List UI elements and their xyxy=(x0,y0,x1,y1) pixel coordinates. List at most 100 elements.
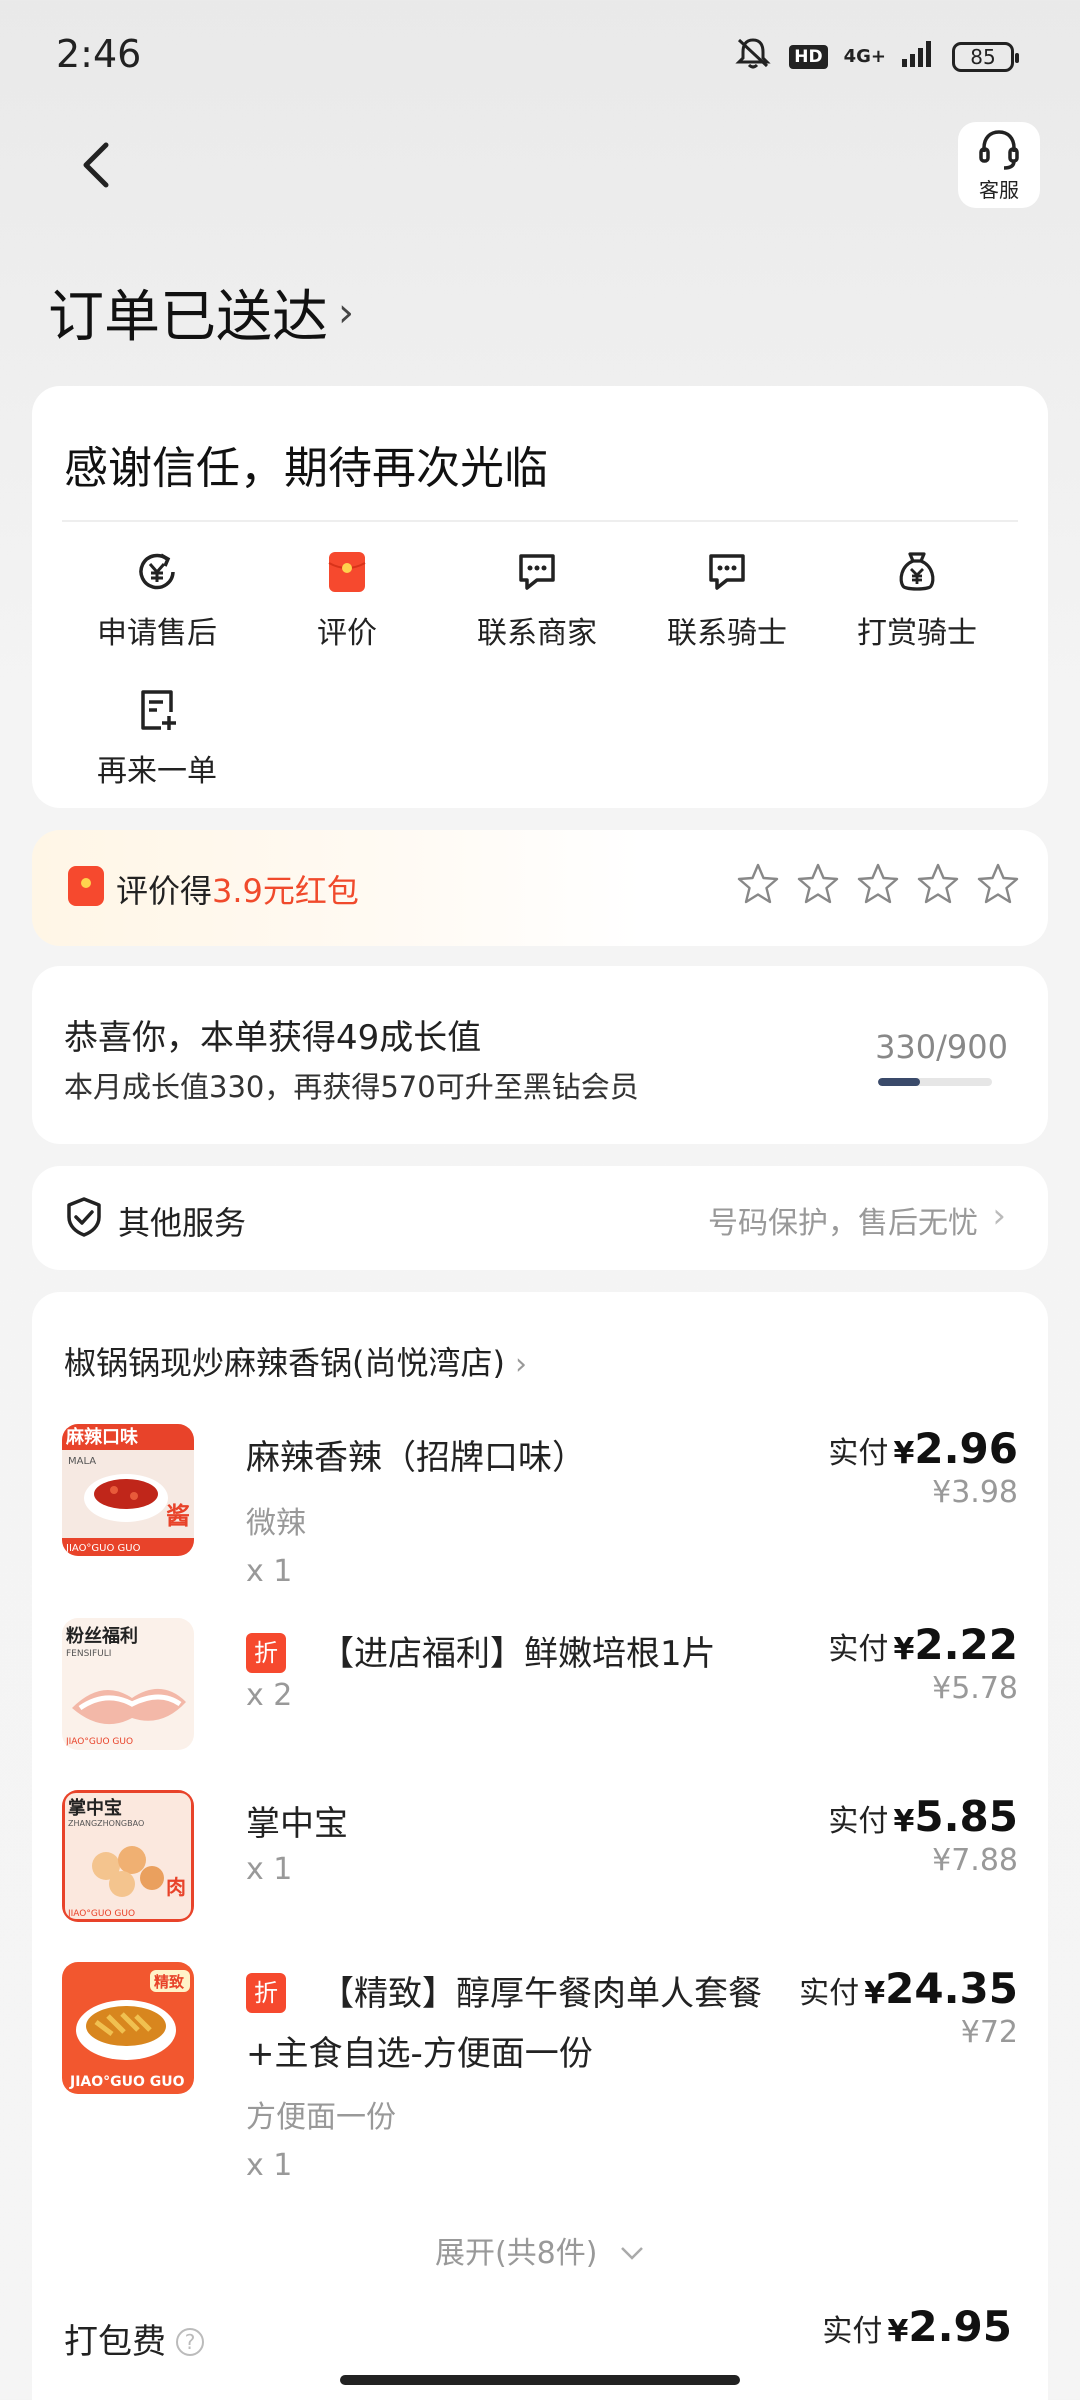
help-icon[interactable]: ? xyxy=(176,2328,204,2356)
order-status-text: 订单已送达 xyxy=(48,285,328,350)
battery-indicator: 85 xyxy=(952,41,1019,72)
reorder-icon xyxy=(62,682,252,738)
tip-rider-button[interactable]: 打赏骑士 xyxy=(822,544,1012,652)
star-rating[interactable] xyxy=(736,862,1020,910)
growth-progress-fill xyxy=(878,1078,920,1086)
order-status-title[interactable]: 订单已送达 › xyxy=(48,272,354,353)
back-button[interactable] xyxy=(72,135,132,195)
action-label: 评价 xyxy=(317,616,377,651)
paid-label: 实付 xyxy=(828,1436,889,1471)
store-link[interactable]: 椒锅锅现炒麻辣香锅(尚悦湾店) › xyxy=(64,1338,527,1384)
item-quantity: x 1 xyxy=(246,1554,293,1589)
chevron-right-icon: › xyxy=(338,289,354,336)
divider xyxy=(62,520,1018,522)
star-icon[interactable] xyxy=(736,862,780,910)
item-price: 实付 ¥2.96 ¥3.98 xyxy=(828,1424,1018,1510)
order-item[interactable]: 掌中宝 ZHANGZHONGBAO 肉 JIAO°GUO GUO 掌中宝 x 1… xyxy=(62,1790,1018,1930)
reorder-button[interactable]: 再来一单 xyxy=(62,682,252,790)
original-price: ¥72 xyxy=(960,2015,1018,2050)
contact-rider-button[interactable]: 联系骑士 xyxy=(632,544,822,652)
thumb-label: 肉 xyxy=(166,1875,186,1899)
growth-progress-bar xyxy=(878,1078,992,1086)
original-price: ¥3.98 xyxy=(932,1475,1018,1510)
yen-refresh-icon xyxy=(62,544,252,600)
item-name-text: 【精致】醇厚午餐肉单人套餐 xyxy=(320,1974,762,2014)
shield-check-icon xyxy=(64,1196,104,1242)
star-icon[interactable] xyxy=(856,862,900,910)
star-icon[interactable] xyxy=(916,862,960,910)
currency-symbol: ¥ xyxy=(893,1632,915,1667)
item-price: 实付 ¥2.22 ¥5.78 xyxy=(828,1620,1018,1706)
paid-label: 实付 xyxy=(828,1632,889,1667)
store-name: 椒锅锅现炒麻辣香锅(尚悦湾店) xyxy=(64,1344,505,1382)
action-label: 联系骑士 xyxy=(667,616,787,651)
after-sales-button[interactable]: 申请售后 xyxy=(62,544,252,652)
paid-amount: 5.85 xyxy=(914,1792,1018,1841)
action-label: 打赏骑士 xyxy=(857,616,977,651)
item-spec: 微辣 xyxy=(246,1506,306,1541)
growth-subtitle: 本月成长值330，再获得570可升至黑钻会员 xyxy=(64,1070,639,1104)
thumb-label: JIAO°GUO GUO xyxy=(65,1543,141,1554)
money-bag-icon xyxy=(822,544,1012,600)
paid-label: 实付 xyxy=(822,2314,883,2349)
red-packet-icon xyxy=(68,866,104,906)
paid-amount: 2.22 xyxy=(914,1620,1018,1669)
expand-label: 展开(共8件) xyxy=(434,2236,598,2271)
thumb-label: 酱 xyxy=(166,1502,190,1530)
star-icon[interactable] xyxy=(796,862,840,910)
chat-icon xyxy=(632,544,822,600)
review-reward-card[interactable]: 评价得3.9元红包 xyxy=(32,830,1048,946)
item-name: 掌中宝 xyxy=(246,1804,348,1844)
star-icon[interactable] xyxy=(976,862,1020,910)
chat-icon xyxy=(442,544,632,600)
thumb-label: ZHANGZHONGBAO xyxy=(68,1819,144,1828)
contact-merchant-button[interactable]: 联系商家 xyxy=(442,544,632,652)
thanks-card: 感谢信任，期待再次光临 申请售后 评价 联系商家 联系骑士 打赏骑士 再来一单 xyxy=(32,386,1048,808)
network-label: 4G+ xyxy=(843,45,886,67)
discount-tag: 折 xyxy=(246,1633,286,1673)
order-card: 椒锅锅现炒麻辣香锅(尚悦湾店) › 麻辣口味 MALA 酱 JIAO°GUO GU… xyxy=(32,1292,1048,2400)
hd-badge: HD xyxy=(789,44,828,69)
item-spec: 方便面一份 xyxy=(246,2100,396,2135)
thumb-label: 麻辣口味 xyxy=(65,1426,138,1448)
growth-card[interactable]: 恭喜你，本单获得49成长值 本月成长值330，再获得570可升至黑钻会员 330… xyxy=(32,966,1048,1144)
currency-symbol: ¥ xyxy=(864,1976,886,2011)
action-label: 申请售后 xyxy=(97,616,217,651)
dish-image: 麻辣口味 MALA 酱 JIAO°GUO GUO xyxy=(62,1424,194,1556)
chevron-right-icon: › xyxy=(992,1196,1006,1236)
growth-title: 恭喜你，本单获得49成长值 xyxy=(64,1018,482,1058)
services-summary: 号码保护，售后无忧 xyxy=(708,1206,978,1241)
packaging-fee-row: 打包费? xyxy=(64,2314,204,2363)
thumb-label: 粉丝福利 xyxy=(66,1625,138,1647)
order-item[interactable]: 精致 JIAO°GUO GUO 折【精致】醇厚午餐肉单人套餐 +主食自选-方便面… xyxy=(62,1962,1018,2192)
currency-symbol: ¥ xyxy=(893,1804,915,1839)
paid-amount: 2.95 xyxy=(908,2302,1012,2351)
discount-tag: 折 xyxy=(246,1973,286,2013)
dish-image: 精致 JIAO°GUO GUO xyxy=(62,1962,194,2094)
order-item[interactable]: 粉丝福利 FENSIFULI JIAO°GUO GUO 折【进店福利】鲜嫩培根1… xyxy=(62,1618,1018,1758)
other-services-card[interactable]: 其他服务 号码保护，售后无忧 › xyxy=(32,1166,1048,1270)
packaging-fee-label: 打包费 xyxy=(64,2322,166,2362)
paid-label: 实付 xyxy=(799,1976,860,2011)
item-price: 实付 ¥24.35 ¥72 xyxy=(799,1964,1018,2050)
status-icons: HD 4G+ 85 xyxy=(733,36,1019,77)
thumb-label: JIAO°GUO GUO xyxy=(69,2074,185,2090)
review-reward-text: 评价得3.9元红包 xyxy=(116,866,359,912)
mute-icon xyxy=(733,36,773,77)
status-time: 2:46 xyxy=(56,32,142,76)
customer-service-button[interactable]: 客服 xyxy=(958,122,1040,208)
item-name-line2: +主食自选-方便面一份 xyxy=(246,2034,593,2074)
thumb-label: 精致 xyxy=(154,1973,185,1991)
item-name: 折【进店福利】鲜嫩培根1片 xyxy=(246,1624,716,1684)
paid-label: 实付 xyxy=(828,1804,889,1839)
review-button[interactable]: 评价 xyxy=(252,544,442,652)
order-item[interactable]: 麻辣口味 MALA 酱 JIAO°GUO GUO 麻辣香辣（招牌口味） 微辣 x… xyxy=(62,1424,1018,1589)
thumb-label: JIAO°GUO GUO xyxy=(65,1737,133,1747)
expand-items-button[interactable]: 展开(共8件) xyxy=(32,2228,1048,2272)
red-packet-icon xyxy=(252,544,442,600)
paid-amount: 2.96 xyxy=(914,1424,1018,1473)
action-label: 再来一单 xyxy=(97,754,217,789)
original-price: ¥7.88 xyxy=(932,1843,1018,1878)
packaging-fee-price: 实付 ¥2.95 xyxy=(822,2302,1012,2351)
review-prefix: 评价得 xyxy=(116,872,213,910)
